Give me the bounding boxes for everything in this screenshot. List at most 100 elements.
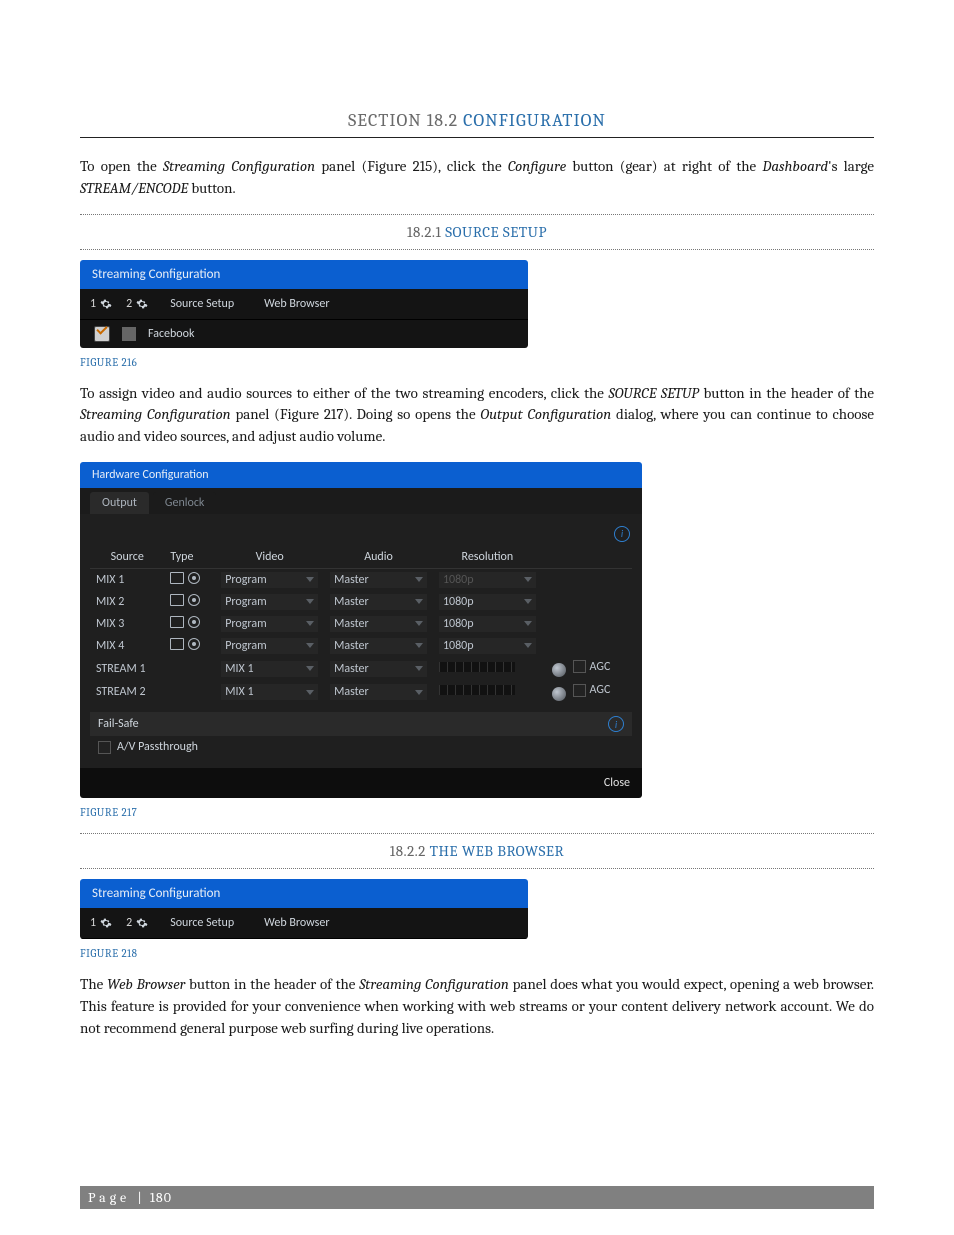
audio-meter xyxy=(439,662,515,672)
cell-type xyxy=(164,635,215,657)
gear-icon[interactable] xyxy=(100,298,112,310)
divider xyxy=(80,249,874,250)
subsection-heading: 18.2.1 SOURCE SETUP xyxy=(80,223,874,241)
display-icon[interactable] xyxy=(170,638,184,650)
encoder-slot-2[interactable]: 2 xyxy=(126,916,148,930)
tab-source-setup[interactable]: Source Setup xyxy=(162,914,242,932)
resolution-dropdown[interactable]: 1080p xyxy=(439,572,536,588)
cell-video[interactable]: MIX 1 xyxy=(215,657,324,681)
agc-label: AGC xyxy=(590,683,611,697)
record-icon[interactable] xyxy=(188,638,200,650)
agc-checkbox[interactable] xyxy=(573,684,586,697)
divider xyxy=(80,868,874,869)
cell-audio[interactable]: Master xyxy=(324,613,433,635)
video-dropdown[interactable]: MIX 1 xyxy=(221,661,318,677)
cell-resolution[interactable] xyxy=(433,680,542,704)
video-dropdown[interactable]: Program xyxy=(221,594,318,610)
record-icon[interactable] xyxy=(188,572,200,584)
audio-dropdown[interactable]: Master xyxy=(330,616,427,632)
cell-video[interactable]: Program xyxy=(215,635,324,657)
volume-knob[interactable] xyxy=(552,687,566,701)
cell-extra xyxy=(542,591,632,613)
info-icon[interactable]: i xyxy=(614,526,630,542)
display-icon[interactable] xyxy=(170,594,184,606)
cell-source: STREAM 1 xyxy=(90,657,164,681)
cell-video[interactable]: Program xyxy=(215,591,324,613)
chevron-down-icon xyxy=(524,577,532,582)
subsection-number: 18.2.1 xyxy=(407,223,445,241)
cell-resolution[interactable]: 1080p xyxy=(433,613,542,635)
subsection-title: SOURCE SETUP xyxy=(445,223,547,241)
cell-resolution[interactable] xyxy=(433,657,542,681)
audio-dropdown[interactable]: Master xyxy=(330,638,427,654)
figure-caption: FIGURE 216 xyxy=(80,356,874,369)
chevron-down-icon xyxy=(524,599,532,604)
encoder-slot-1[interactable]: 1 xyxy=(90,916,112,930)
section-title: CONFIGURATION xyxy=(463,110,606,131)
figure-caption: FIGURE 217 xyxy=(80,806,874,819)
tab-web-browser[interactable]: Web Browser xyxy=(256,295,337,313)
cell-audio[interactable]: Master xyxy=(324,680,433,704)
record-icon[interactable] xyxy=(188,594,200,606)
cell-video[interactable]: Program xyxy=(215,613,324,635)
gear-icon[interactable] xyxy=(136,917,148,929)
tab-output[interactable]: Output xyxy=(90,492,149,514)
cell-resolution[interactable]: 1080p xyxy=(433,591,542,613)
display-icon[interactable] xyxy=(170,616,184,628)
window-header: 1 2 Source Setup Web Browser xyxy=(80,289,528,320)
cell-video[interactable]: MIX 1 xyxy=(215,680,324,704)
cell-resolution[interactable]: 1080p xyxy=(433,568,542,591)
passthrough-checkbox[interactable] xyxy=(98,741,111,754)
tab-strip: Output Genlock xyxy=(80,488,642,514)
chevron-down-icon xyxy=(415,666,423,671)
resolution-dropdown[interactable]: 1080p xyxy=(439,594,536,610)
volume-knob[interactable] xyxy=(552,663,566,677)
audio-dropdown[interactable]: Master xyxy=(330,572,427,588)
audio-dropdown[interactable]: Master xyxy=(330,661,427,677)
page-footer: Page | 180 xyxy=(80,1186,874,1209)
display-icon[interactable] xyxy=(170,572,184,584)
cell-source: MIX 3 xyxy=(90,613,164,635)
video-dropdown[interactable]: Program xyxy=(221,572,318,588)
gear-icon[interactable] xyxy=(100,917,112,929)
cell-audio[interactable]: Master xyxy=(324,568,433,591)
info-icon[interactable]: i xyxy=(608,716,624,732)
paragraph-2: To assign video and audio sources to eit… xyxy=(80,383,874,448)
video-dropdown[interactable]: MIX 1 xyxy=(221,684,318,700)
audio-dropdown[interactable]: Master xyxy=(330,684,427,700)
record-icon[interactable] xyxy=(188,616,200,628)
resolution-dropdown[interactable]: 1080p xyxy=(439,638,536,654)
close-button[interactable]: Close xyxy=(604,776,630,790)
tab-genlock[interactable]: Genlock xyxy=(153,492,216,514)
cell-source: MIX 2 xyxy=(90,591,164,613)
gear-icon[interactable] xyxy=(136,298,148,310)
video-dropdown[interactable]: Program xyxy=(221,638,318,654)
section-underline xyxy=(80,137,874,138)
encoder-color-swatch[interactable] xyxy=(122,327,136,341)
agc-label: AGC xyxy=(590,660,611,674)
video-dropdown[interactable]: Program xyxy=(221,616,318,632)
resolution-dropdown[interactable]: 1080p xyxy=(439,616,536,632)
encoder-row: Facebook xyxy=(80,320,528,348)
agc-checkbox[interactable] xyxy=(573,660,586,673)
cell-video[interactable]: Program xyxy=(215,568,324,591)
passthrough-row: A/V Passthrough xyxy=(90,736,632,758)
chevron-down-icon xyxy=(415,599,423,604)
encoder-slot-2[interactable]: 2 xyxy=(126,297,148,311)
cell-resolution[interactable]: 1080p xyxy=(433,635,542,657)
tab-source-setup[interactable]: Source Setup xyxy=(162,295,242,313)
cell-type xyxy=(164,613,215,635)
cell-audio[interactable]: Master xyxy=(324,657,433,681)
table-row: MIX 1ProgramMaster1080p xyxy=(90,568,632,591)
table-row: STREAM 2MIX 1Master AGC xyxy=(90,680,632,704)
window-header: 1 2 Source Setup Web Browser xyxy=(80,908,528,939)
cell-audio[interactable]: Master xyxy=(324,635,433,657)
audio-dropdown[interactable]: Master xyxy=(330,594,427,610)
cell-audio[interactable]: Master xyxy=(324,591,433,613)
chevron-down-icon xyxy=(415,643,423,648)
encoder-enable-checkbox[interactable] xyxy=(94,326,110,342)
window-titlebar: Streaming Configuration xyxy=(80,260,528,289)
tab-web-browser[interactable]: Web Browser xyxy=(256,914,337,932)
section-prefix: SECTION 18.2 xyxy=(348,110,463,131)
encoder-slot-1[interactable]: 1 xyxy=(90,297,112,311)
